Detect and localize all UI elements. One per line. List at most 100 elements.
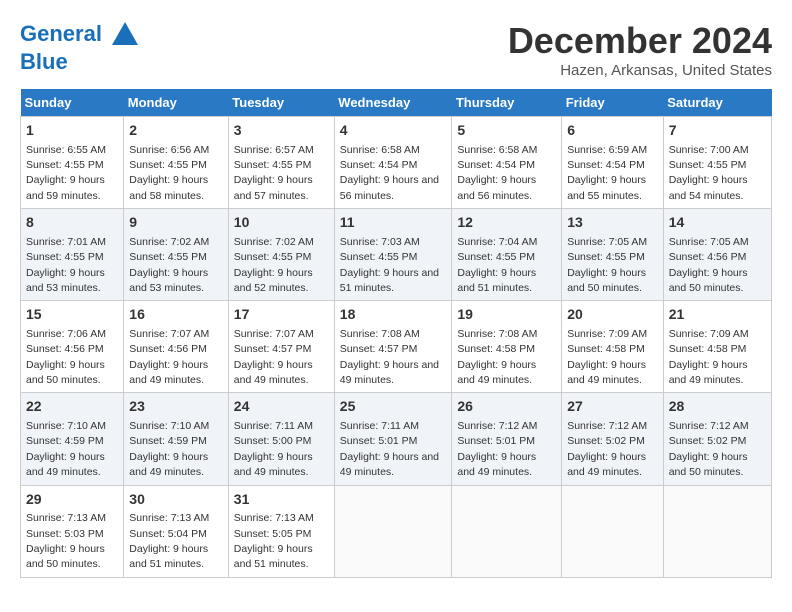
weekday-header: Saturday: [663, 89, 771, 117]
calendar-cell: 6 Sunrise: 6:59 AMSunset: 4:54 PMDayligh…: [562, 117, 664, 209]
weekday-header: Friday: [562, 89, 664, 117]
day-number: 6: [567, 121, 658, 141]
day-info: Sunrise: 6:58 AMSunset: 4:54 PMDaylight:…: [457, 144, 537, 202]
day-info: Sunrise: 6:57 AMSunset: 4:55 PMDaylight:…: [234, 144, 314, 202]
day-number: 21: [669, 305, 766, 325]
calendar-cell: 2 Sunrise: 6:56 AMSunset: 4:55 PMDayligh…: [124, 117, 229, 209]
calendar-cell: 31 Sunrise: 7:13 AMSunset: 5:05 PMDaylig…: [228, 485, 334, 577]
weekday-header: Tuesday: [228, 89, 334, 117]
calendar-cell: 4 Sunrise: 6:58 AMSunset: 4:54 PMDayligh…: [334, 117, 452, 209]
day-info: Sunrise: 7:07 AMSunset: 4:57 PMDaylight:…: [234, 328, 314, 386]
calendar-cell: 22 Sunrise: 7:10 AMSunset: 4:59 PMDaylig…: [21, 393, 124, 485]
day-info: Sunrise: 6:58 AMSunset: 4:54 PMDaylight:…: [340, 144, 439, 202]
day-info: Sunrise: 7:01 AMSunset: 4:55 PMDaylight:…: [26, 236, 106, 294]
day-info: Sunrise: 7:12 AMSunset: 5:01 PMDaylight:…: [457, 420, 537, 478]
calendar-cell: [562, 485, 664, 577]
calendar-cell: 12 Sunrise: 7:04 AMSunset: 4:55 PMDaylig…: [452, 209, 562, 301]
day-info: Sunrise: 7:13 AMSunset: 5:03 PMDaylight:…: [26, 512, 106, 570]
day-number: 5: [457, 121, 556, 141]
day-number: 20: [567, 305, 658, 325]
day-info: Sunrise: 6:55 AMSunset: 4:55 PMDaylight:…: [26, 144, 106, 202]
calendar-header-row: SundayMondayTuesdayWednesdayThursdayFrid…: [21, 89, 772, 117]
day-info: Sunrise: 7:07 AMSunset: 4:56 PMDaylight:…: [129, 328, 209, 386]
day-number: 16: [129, 305, 223, 325]
day-number: 24: [234, 397, 329, 417]
calendar-cell: 9 Sunrise: 7:02 AMSunset: 4:55 PMDayligh…: [124, 209, 229, 301]
day-info: Sunrise: 7:09 AMSunset: 4:58 PMDaylight:…: [567, 328, 647, 386]
weekday-header: Monday: [124, 89, 229, 117]
day-number: 11: [340, 213, 447, 233]
day-number: 4: [340, 121, 447, 141]
calendar-week-row: 29 Sunrise: 7:13 AMSunset: 5:03 PMDaylig…: [21, 485, 772, 577]
calendar-cell: 14 Sunrise: 7:05 AMSunset: 4:56 PMDaylig…: [663, 209, 771, 301]
calendar-cell: 20 Sunrise: 7:09 AMSunset: 4:58 PMDaylig…: [562, 301, 664, 393]
day-info: Sunrise: 7:04 AMSunset: 4:55 PMDaylight:…: [457, 236, 537, 294]
calendar-cell: 18 Sunrise: 7:08 AMSunset: 4:57 PMDaylig…: [334, 301, 452, 393]
weekday-header: Thursday: [452, 89, 562, 117]
day-number: 25: [340, 397, 447, 417]
page-header: General Blue December 2024 Hazen, Arkans…: [20, 20, 772, 79]
day-info: Sunrise: 7:10 AMSunset: 4:59 PMDaylight:…: [129, 420, 209, 478]
day-number: 13: [567, 213, 658, 233]
day-number: 31: [234, 490, 329, 510]
day-number: 18: [340, 305, 447, 325]
day-number: 19: [457, 305, 556, 325]
weekday-header: Sunday: [21, 89, 124, 117]
calendar-cell: 29 Sunrise: 7:13 AMSunset: 5:03 PMDaylig…: [21, 485, 124, 577]
logo-text: General Blue: [20, 20, 140, 74]
day-number: 7: [669, 121, 766, 141]
day-number: 30: [129, 490, 223, 510]
calendar-cell: 26 Sunrise: 7:12 AMSunset: 5:01 PMDaylig…: [452, 393, 562, 485]
day-info: Sunrise: 7:12 AMSunset: 5:02 PMDaylight:…: [669, 420, 749, 478]
day-info: Sunrise: 7:08 AMSunset: 4:58 PMDaylight:…: [457, 328, 537, 386]
day-number: 8: [26, 213, 118, 233]
calendar-cell: 8 Sunrise: 7:01 AMSunset: 4:55 PMDayligh…: [21, 209, 124, 301]
location: Hazen, Arkansas, United States: [508, 62, 772, 79]
day-info: Sunrise: 7:03 AMSunset: 4:55 PMDaylight:…: [340, 236, 439, 294]
calendar-cell: 5 Sunrise: 6:58 AMSunset: 4:54 PMDayligh…: [452, 117, 562, 209]
calendar-cell: 19 Sunrise: 7:08 AMSunset: 4:58 PMDaylig…: [452, 301, 562, 393]
day-number: 17: [234, 305, 329, 325]
day-info: Sunrise: 7:00 AMSunset: 4:55 PMDaylight:…: [669, 144, 749, 202]
day-number: 29: [26, 490, 118, 510]
calendar-cell: 27 Sunrise: 7:12 AMSunset: 5:02 PMDaylig…: [562, 393, 664, 485]
day-number: 28: [669, 397, 766, 417]
day-number: 23: [129, 397, 223, 417]
day-number: 26: [457, 397, 556, 417]
day-info: Sunrise: 7:09 AMSunset: 4:58 PMDaylight:…: [669, 328, 749, 386]
day-info: Sunrise: 7:11 AMSunset: 5:00 PMDaylight:…: [234, 420, 313, 478]
day-info: Sunrise: 7:08 AMSunset: 4:57 PMDaylight:…: [340, 328, 439, 386]
day-info: Sunrise: 7:02 AMSunset: 4:55 PMDaylight:…: [234, 236, 314, 294]
day-info: Sunrise: 6:56 AMSunset: 4:55 PMDaylight:…: [129, 144, 209, 202]
day-number: 22: [26, 397, 118, 417]
day-number: 14: [669, 213, 766, 233]
day-number: 1: [26, 121, 118, 141]
calendar-cell: 25 Sunrise: 7:11 AMSunset: 5:01 PMDaylig…: [334, 393, 452, 485]
calendar-cell: 3 Sunrise: 6:57 AMSunset: 4:55 PMDayligh…: [228, 117, 334, 209]
calendar-cell: 15 Sunrise: 7:06 AMSunset: 4:56 PMDaylig…: [21, 301, 124, 393]
day-info: Sunrise: 7:13 AMSunset: 5:04 PMDaylight:…: [129, 512, 209, 570]
calendar-week-row: 8 Sunrise: 7:01 AMSunset: 4:55 PMDayligh…: [21, 209, 772, 301]
day-info: Sunrise: 7:11 AMSunset: 5:01 PMDaylight:…: [340, 420, 439, 478]
calendar-cell: 16 Sunrise: 7:07 AMSunset: 4:56 PMDaylig…: [124, 301, 229, 393]
day-number: 12: [457, 213, 556, 233]
day-number: 9: [129, 213, 223, 233]
month-title: December 2024: [508, 20, 772, 62]
calendar-cell: 30 Sunrise: 7:13 AMSunset: 5:04 PMDaylig…: [124, 485, 229, 577]
day-number: 2: [129, 121, 223, 141]
day-number: 15: [26, 305, 118, 325]
calendar-cell: 21 Sunrise: 7:09 AMSunset: 4:58 PMDaylig…: [663, 301, 771, 393]
calendar-cell: 10 Sunrise: 7:02 AMSunset: 4:55 PMDaylig…: [228, 209, 334, 301]
calendar-cell: [334, 485, 452, 577]
calendar-cell: [663, 485, 771, 577]
calendar-cell: 23 Sunrise: 7:10 AMSunset: 4:59 PMDaylig…: [124, 393, 229, 485]
calendar-cell: 11 Sunrise: 7:03 AMSunset: 4:55 PMDaylig…: [334, 209, 452, 301]
calendar-cell: 17 Sunrise: 7:07 AMSunset: 4:57 PMDaylig…: [228, 301, 334, 393]
weekday-header: Wednesday: [334, 89, 452, 117]
day-info: Sunrise: 6:59 AMSunset: 4:54 PMDaylight:…: [567, 144, 647, 202]
title-block: December 2024 Hazen, Arkansas, United St…: [508, 20, 772, 79]
day-number: 10: [234, 213, 329, 233]
calendar-cell: 7 Sunrise: 7:00 AMSunset: 4:55 PMDayligh…: [663, 117, 771, 209]
day-number: 27: [567, 397, 658, 417]
calendar-week-row: 15 Sunrise: 7:06 AMSunset: 4:56 PMDaylig…: [21, 301, 772, 393]
